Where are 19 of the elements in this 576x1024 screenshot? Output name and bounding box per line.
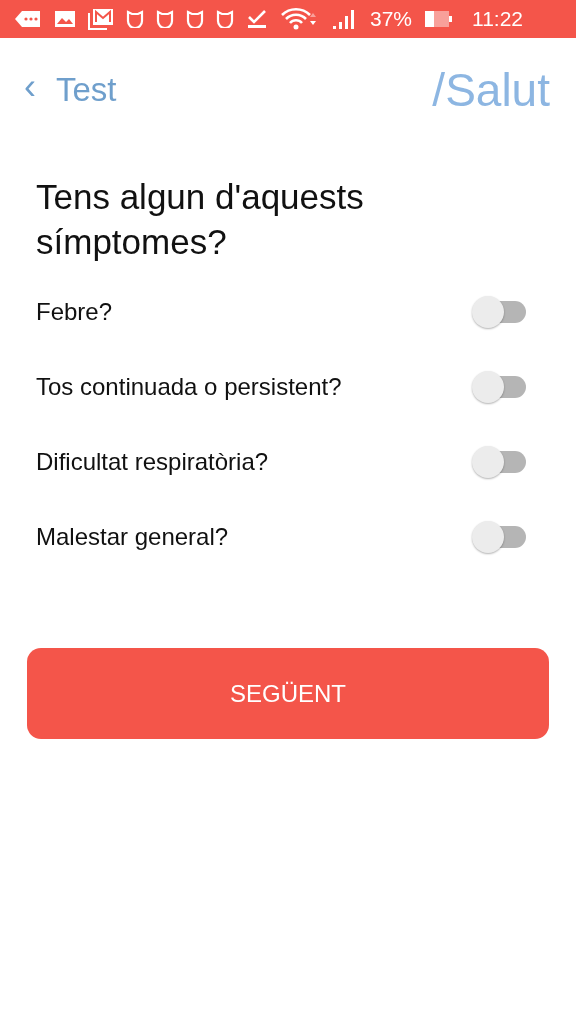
shield-icon xyxy=(216,10,234,28)
image-icon xyxy=(54,10,76,28)
symptom-label: Malestar general? xyxy=(36,522,229,551)
shield-icon xyxy=(186,10,204,28)
back-button[interactable]: ‹ Test xyxy=(24,69,117,111)
mail-icon xyxy=(88,8,114,30)
battery-percentage: 37% xyxy=(370,7,413,31)
app-logo: /Salut xyxy=(432,63,550,117)
download-done-icon xyxy=(246,9,268,29)
shield-icon xyxy=(126,10,144,28)
battery-icon xyxy=(424,9,455,29)
symptom-label: Febre? xyxy=(36,297,113,326)
message-icon xyxy=(14,9,42,29)
symptom-label: Dificultat respiratòria? xyxy=(36,447,269,476)
next-button[interactable]: SEGÜENT xyxy=(27,648,549,739)
question-title: Tens algun d'aquests símptomes? xyxy=(36,176,365,263)
symptom-label: Tos continuada o persistent? xyxy=(36,372,342,401)
clock: 11:22 xyxy=(472,7,524,31)
shield-icon xyxy=(156,10,174,28)
